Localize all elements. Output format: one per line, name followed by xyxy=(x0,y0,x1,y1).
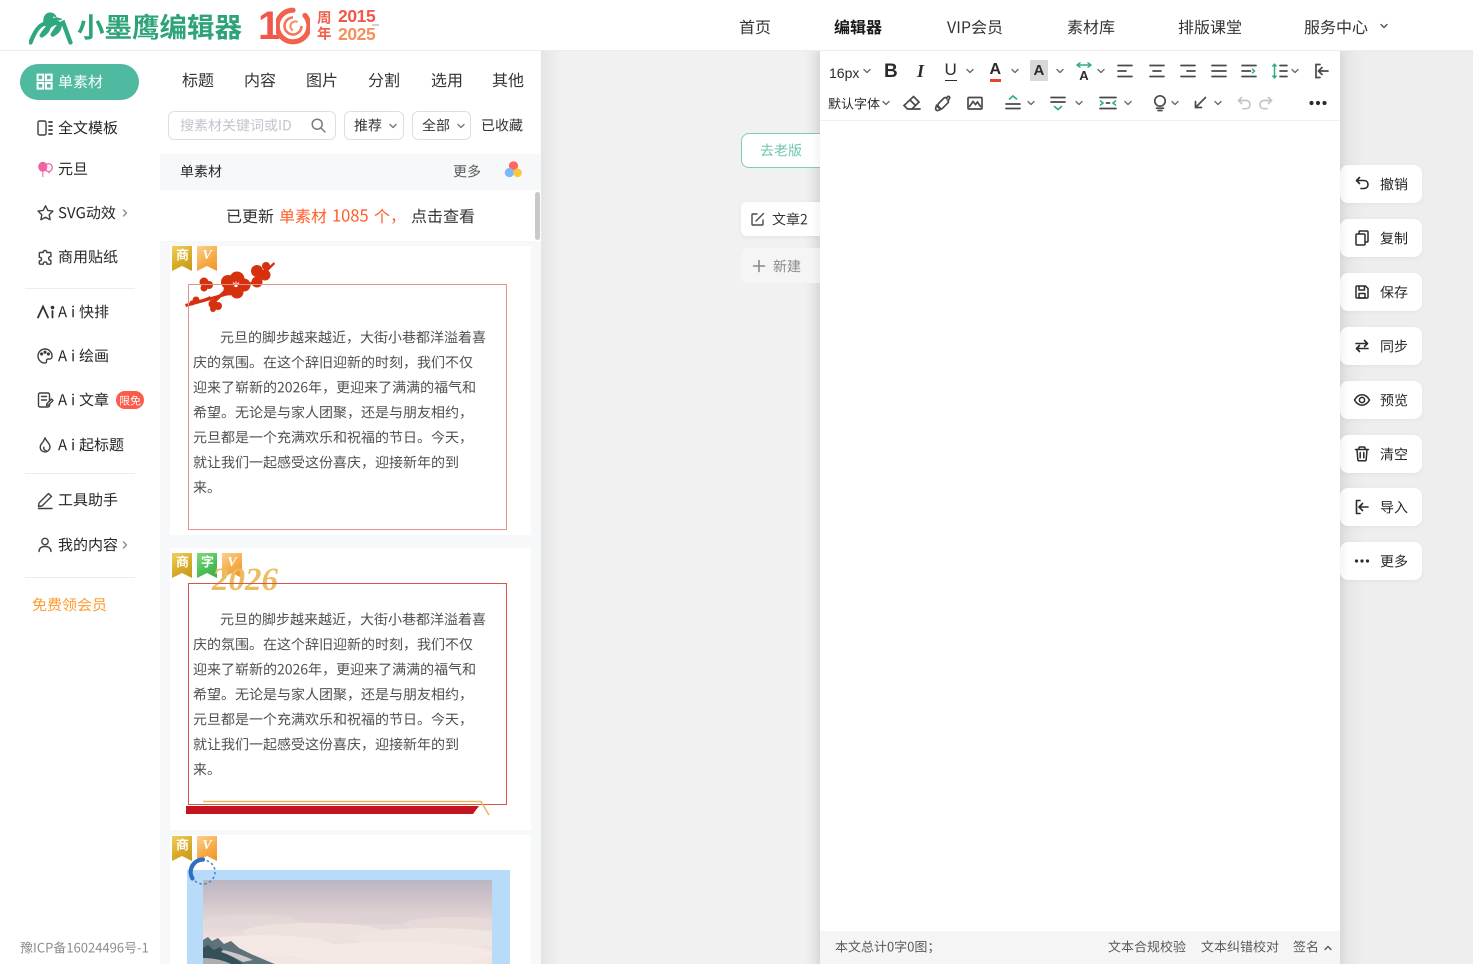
svg-text:A: A xyxy=(1079,68,1089,82)
